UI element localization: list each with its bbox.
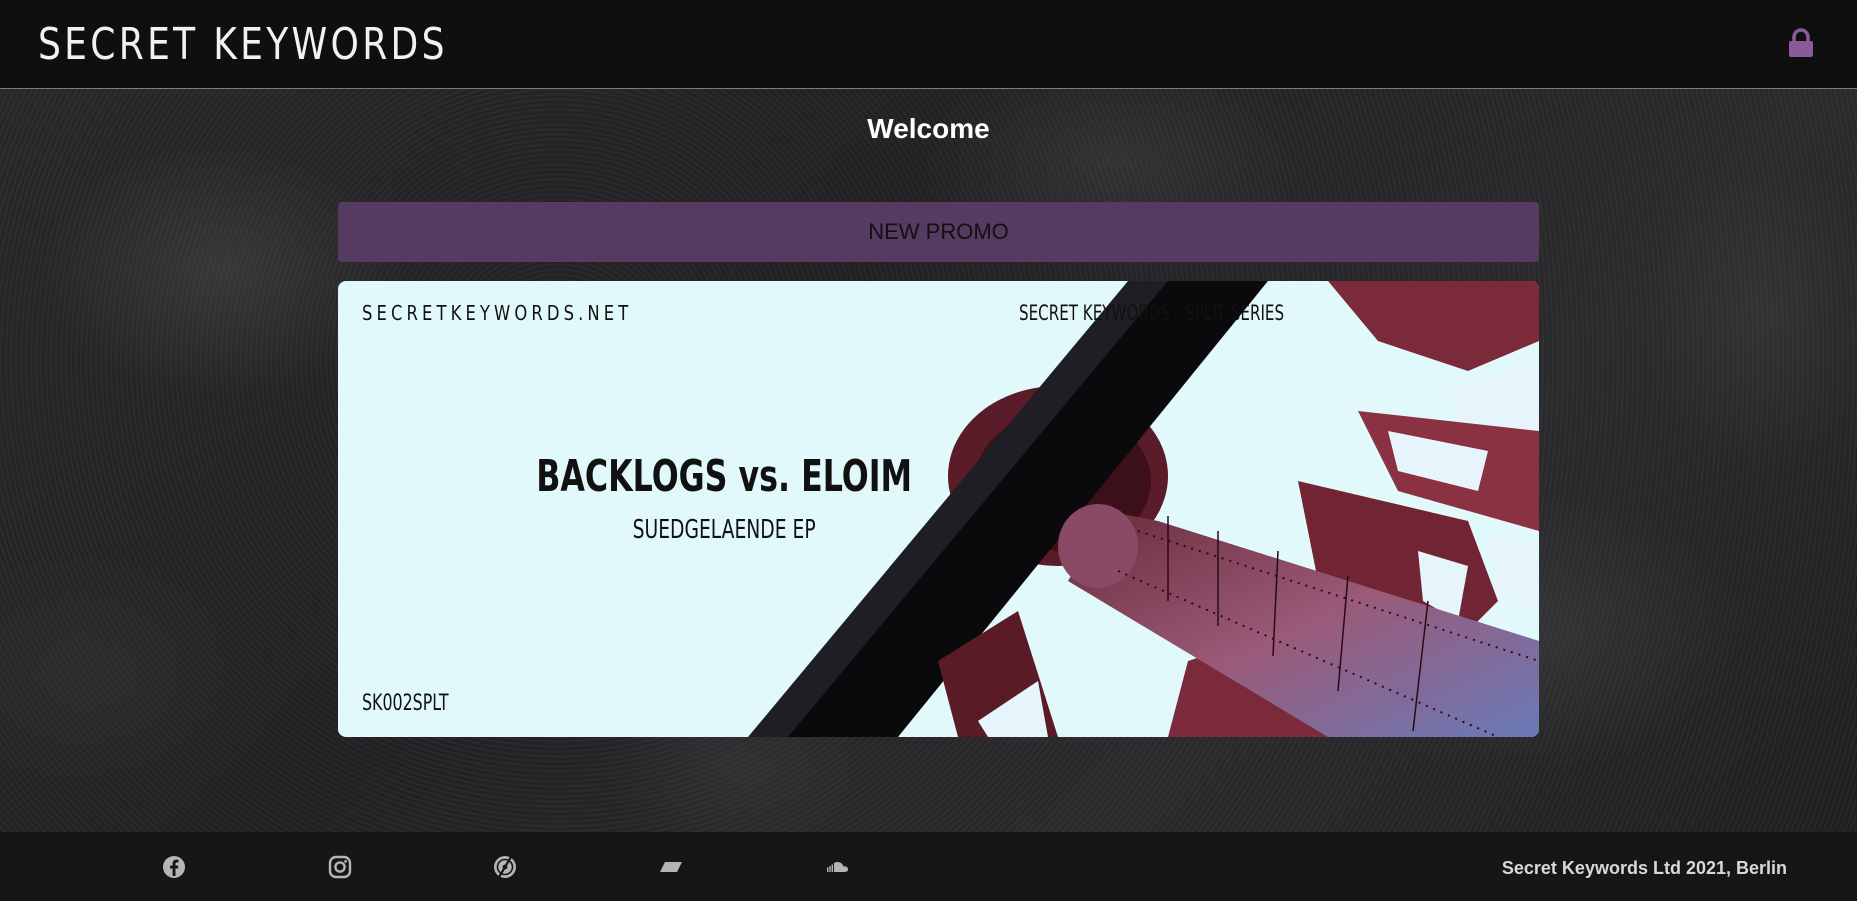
- lock-icon[interactable]: [1788, 28, 1814, 58]
- facebook-icon[interactable]: [161, 854, 187, 880]
- footer: Secret Keywords Ltd 2021, Berlin: [0, 832, 1857, 901]
- banner-site-text: SECRETKEYWORDS.NET: [362, 301, 633, 325]
- soundcloud-icon[interactable]: [824, 854, 850, 880]
- banner-artists-title: BACKLOGS vs. ELOIM: [536, 451, 913, 502]
- banner-series-text: SECRET KEYWORDS - SPLIT SERIES: [1019, 301, 1285, 325]
- instagram-icon[interactable]: [327, 854, 353, 880]
- copyright-text: Secret Keywords Ltd 2021, Berlin: [1501, 858, 1787, 878]
- new-promo-button[interactable]: NEW PROMO: [338, 202, 1539, 262]
- bandcamp-icon[interactable]: [658, 854, 684, 880]
- discogs-icon[interactable]: [492, 854, 518, 880]
- banner-artwork: [748, 281, 1539, 737]
- logo[interactable]: SECRET KEYWORDS: [38, 18, 448, 72]
- page: SECRET KEYWORDS Welcome NEW PROMO SECRET…: [0, 0, 1857, 901]
- page-title: Welcome: [867, 113, 990, 144]
- banner-release-title: SUEDGELAENDE EP: [632, 515, 816, 545]
- promo-banner[interactable]: SECRETKEYWORDS.NET SECRET KEYWORDS - SPL…: [338, 281, 1539, 737]
- header: SECRET KEYWORDS: [0, 0, 1857, 89]
- banner-catalog-number: SK002SPLT: [362, 691, 449, 716]
